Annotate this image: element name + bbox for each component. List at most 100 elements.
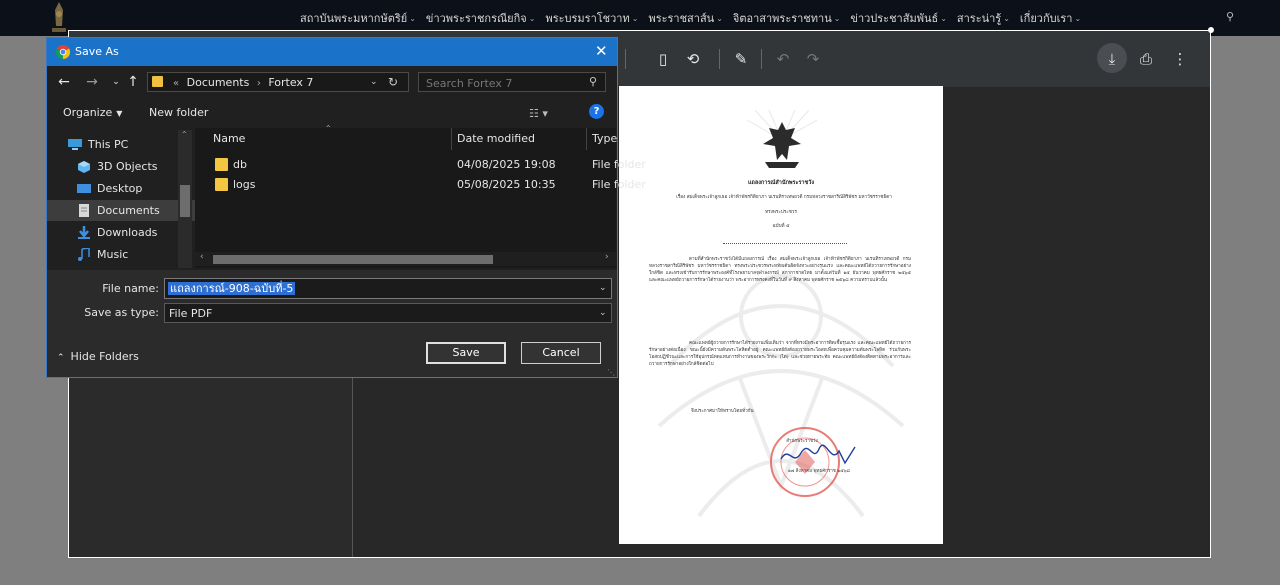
- print-icon[interactable]: ⎙: [1136, 49, 1156, 69]
- column-header-name[interactable]: Name: [213, 128, 245, 150]
- file-name-label: File name:: [47, 282, 159, 295]
- undo-icon[interactable]: ↶: [773, 49, 793, 69]
- page-subject-cont: ทรงพระประชวร: [765, 210, 797, 215]
- tree-item-this-pc[interactable]: This PC: [47, 134, 197, 155]
- page-closing: จึงประกาศมาให้ทราบโดยทั่วกัน: [691, 409, 754, 414]
- overflow-icon[interactable]: «: [173, 78, 179, 89]
- save-type-select[interactable]: File PDF ⌄: [164, 303, 612, 323]
- column-divider[interactable]: [586, 128, 587, 150]
- search-icon[interactable]: ⚲: [1226, 10, 1234, 23]
- music-icon: [78, 248, 90, 261]
- this-pc-icon: [68, 139, 82, 150]
- organize-button[interactable]: Organize ▼: [63, 106, 122, 119]
- cancel-button[interactable]: Cancel: [521, 342, 601, 364]
- site-logo-icon[interactable]: [48, 0, 70, 34]
- file-name: db: [233, 158, 247, 171]
- tree-item-label: Downloads: [97, 226, 158, 239]
- more-options-icon[interactable]: ⋮: [1170, 49, 1190, 69]
- help-icon[interactable]: ?: [589, 104, 604, 119]
- page-heading: แถลงการณ์สำนักพระราชวัง: [747, 180, 815, 186]
- column-header-date[interactable]: Date modified: [457, 128, 535, 150]
- back-icon[interactable]: ←: [56, 74, 72, 90]
- tree-item-label: Documents: [97, 204, 160, 217]
- chevron-down-icon[interactable]: ⌄: [599, 308, 607, 318]
- file-row[interactable]: db 04/08/2025 19:08 File folder: [195, 155, 646, 175]
- breadcrumb-chevron-icon[interactable]: ›: [257, 78, 261, 89]
- fit-page-icon[interactable]: ▯: [653, 49, 673, 69]
- toolbar-divider: [625, 49, 626, 69]
- scroll-up-icon[interactable]: ⌃: [181, 130, 188, 139]
- close-icon[interactable]: ✕: [595, 42, 608, 60]
- forward-icon[interactable]: →: [84, 74, 100, 90]
- page-issue-no: ฉบับที่ ๕: [772, 224, 790, 229]
- refresh-icon[interactable]: ↻: [388, 75, 398, 89]
- chevron-down-icon[interactable]: ⌄: [370, 77, 378, 87]
- recent-locations-icon[interactable]: ⌄: [108, 74, 124, 90]
- site-menu-label: สาระน่ารู้: [956, 12, 1002, 25]
- redo-icon[interactable]: ↷: [803, 49, 823, 69]
- page-subject: เรื่อง สมเด็จพระเจ้าลูกเธอ เจ้าฟ้าพัชรกิ…: [676, 195, 892, 200]
- file-row[interactable]: logs 05/08/2025 10:35 File folder: [195, 175, 646, 195]
- signature-icon: [780, 444, 856, 465]
- resize-grip-icon[interactable]: ⋱: [607, 368, 615, 377]
- site-menu-label: พระบรมราโชวาท: [545, 12, 630, 25]
- folder-icon: [152, 76, 163, 87]
- folder-icon: [215, 178, 228, 191]
- horizontal-scrollbar[interactable]: ‹ ›: [195, 252, 616, 266]
- site-menu-item[interactable]: พระราชสาส์น ⌄: [648, 9, 722, 27]
- download-icon[interactable]: ⤓: [1102, 49, 1122, 69]
- site-menu-label: พระราชสาส์น: [648, 12, 715, 25]
- scroll-right-icon[interactable]: ›: [605, 252, 609, 262]
- column-divider[interactable]: [451, 128, 452, 150]
- search-input[interactable]: [419, 73, 588, 93]
- hide-folders-button[interactable]: ⌃ Hide Folders: [57, 350, 139, 363]
- draw-icon[interactable]: ✎: [731, 49, 751, 69]
- site-menu-item[interactable]: เกี่ยวกับเรา ⌄: [1020, 9, 1081, 27]
- tree-item-label: Music: [97, 248, 129, 261]
- site-menu-label: สถาบันพระมหากษัตริย์: [300, 12, 408, 25]
- breadcrumb-item[interactable]: Documents: [187, 76, 250, 89]
- site-menu-item[interactable]: สถาบันพระมหากษัตริย์ ⌄: [300, 9, 416, 27]
- save-form: File name: แถลงการณ์-908-ฉบับที่-5 ⌄ Sav…: [47, 270, 617, 377]
- dialog-title-bar[interactable]: Save As ✕: [47, 38, 617, 66]
- scrollbar-thumb[interactable]: [180, 185, 190, 217]
- file-date: 05/08/2025 10:35: [457, 178, 556, 191]
- file-list: ⌃ Name Date modified Type db 04/08/2025 …: [195, 124, 646, 268]
- save-type-label-text: Save as type:: [84, 306, 159, 319]
- search-icon[interactable]: ⚲: [589, 75, 597, 88]
- tree-item-label: Desktop: [97, 182, 143, 195]
- documents-icon: [79, 204, 89, 217]
- view-options-icon[interactable]: ☷ ▾: [529, 107, 548, 120]
- site-menu-label: จิตอาสาพระราชทาน: [732, 12, 832, 25]
- scrollbar-thumb[interactable]: [213, 255, 493, 264]
- new-folder-button[interactable]: New folder: [149, 106, 208, 119]
- toolbar-divider: [719, 49, 720, 69]
- up-folder-icon[interactable]: ↑: [125, 74, 141, 90]
- resize-handle[interactable]: [1208, 27, 1214, 33]
- downloads-icon: [78, 226, 90, 239]
- address-bar[interactable]: « Documents › Fortex 7 ⌄ ↻: [147, 72, 409, 92]
- site-menu-item[interactable]: ข่าวพระราชกรณียกิจ ⌄: [426, 9, 536, 27]
- command-bar: Organize ▼ New folder ☷ ▾ ?: [47, 100, 617, 126]
- breadcrumb-item[interactable]: Fortex 7: [268, 76, 313, 89]
- chevron-down-icon[interactable]: ⌄: [599, 283, 607, 293]
- garuda-emblem-icon: [747, 110, 817, 168]
- site-menu-item[interactable]: ข่าวประชาสัมพันธ์ ⌄: [850, 9, 946, 27]
- rotate-icon[interactable]: ⟲: [683, 49, 703, 69]
- page-divider: [723, 243, 847, 244]
- site-menu-label: ข่าวประชาสัมพันธ์: [850, 12, 939, 25]
- file-name-field[interactable]: แถลงการณ์-908-ฉบับที่-5 ⌄: [164, 278, 612, 299]
- save-button[interactable]: Save: [426, 342, 506, 364]
- save-type-label: Save as type:: [47, 306, 159, 319]
- address-row: ← → ⌄ ↑ « Documents › Fortex 7 ⌄ ↻ ⚲: [47, 68, 617, 98]
- column-header-type[interactable]: Type: [592, 128, 617, 150]
- tree-scrollbar[interactable]: ⌃: [178, 130, 192, 268]
- page-paragraph-2: คณะแพทย์ผู้ถวายการรักษาได้รายงานเพิ่มเติ…: [649, 341, 911, 367]
- chevron-up-icon: ⌃: [57, 353, 65, 363]
- tree-item-label: This PC: [88, 138, 129, 151]
- site-menu-item[interactable]: จิตอาสาพระราชทาน ⌄: [733, 9, 841, 27]
- scroll-left-icon[interactable]: ‹: [200, 252, 204, 262]
- 3d-objects-icon: [78, 161, 90, 173]
- site-menu-item[interactable]: สาระน่ารู้ ⌄: [957, 9, 1010, 27]
- site-menu-item[interactable]: พระบรมราโชวาท ⌄: [545, 9, 638, 27]
